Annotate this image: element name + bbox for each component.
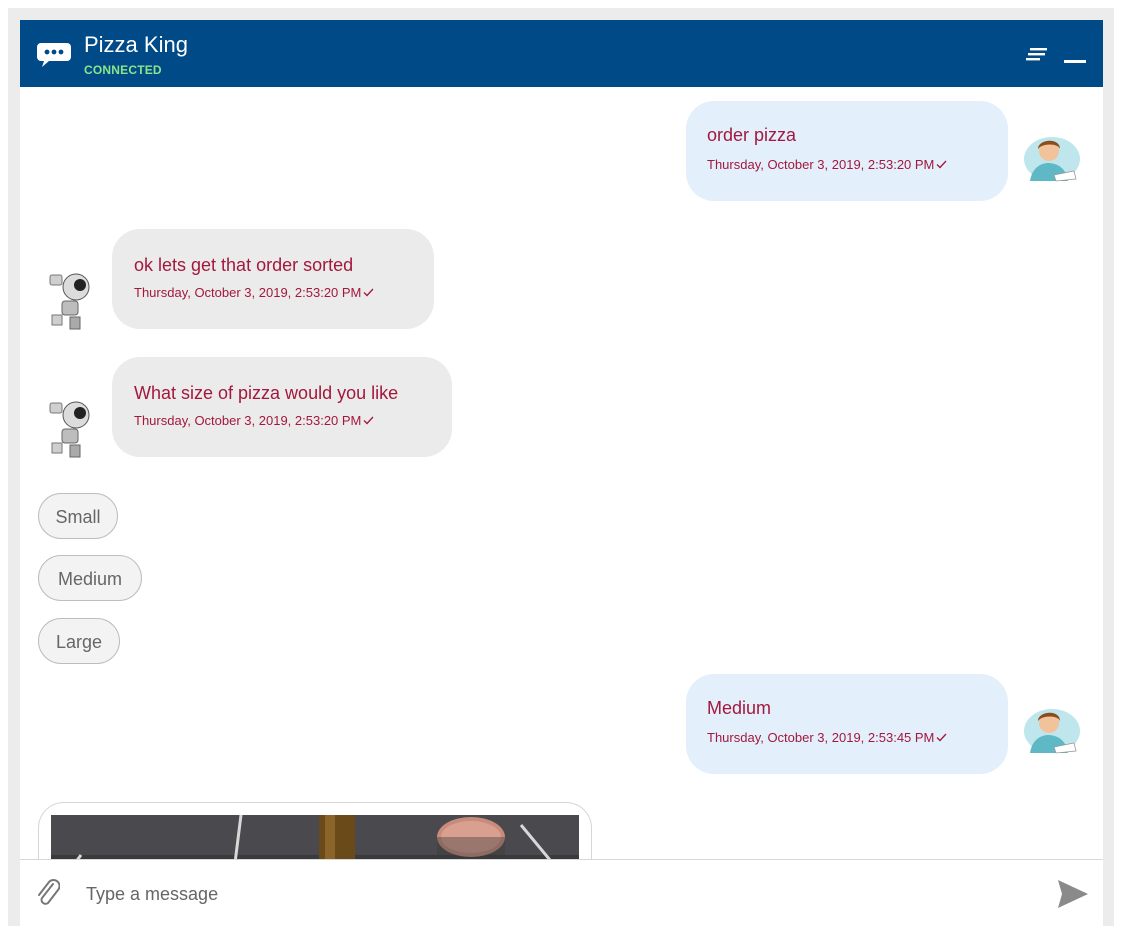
quick-reply-medium[interactable]: Medium <box>38 555 142 601</box>
chat-bubble-icon <box>37 43 71 67</box>
check-icon <box>363 288 374 297</box>
chat-title: Pizza King <box>84 32 188 57</box>
send-icon[interactable] <box>1056 878 1090 910</box>
user-message: order pizza Thursday, October 3, 2019, 2… <box>686 101 1008 201</box>
chat-header: Pizza King CONNECTED <box>20 20 1103 87</box>
message-list: order pizza Thursday, October 3, 2019, 2… <box>20 87 1103 859</box>
message-timestamp: Thursday, October 3, 2019, 2:53:45 PM <box>707 730 947 745</box>
message-input[interactable] <box>84 878 988 910</box>
menu-lines-icon[interactable] <box>1026 46 1048 62</box>
message-text: ok lets get that order sorted <box>134 255 354 275</box>
message-composer <box>20 859 1103 927</box>
check-icon <box>936 733 947 742</box>
user-avatar-icon <box>1024 709 1080 754</box>
pizza-photo-image <box>51 815 579 859</box>
check-icon <box>936 160 947 169</box>
image-card[interactable] <box>38 802 592 859</box>
message-text: What size of pizza would you like <box>134 383 399 403</box>
robot-avatar-icon <box>49 273 90 330</box>
message-text: Medium <box>707 698 772 718</box>
timestamp-text: Thursday, October 3, 2019, 2:53:20 PM <box>134 413 362 428</box>
check-icon <box>363 416 374 425</box>
user-avatar-icon <box>1024 137 1080 182</box>
connection-status: CONNECTED <box>84 63 162 77</box>
quick-reply-large[interactable]: Large <box>38 618 120 664</box>
timestamp-text: Thursday, October 3, 2019, 2:53:20 PM <box>707 157 935 172</box>
message-timestamp: Thursday, October 3, 2019, 2:53:20 PM <box>134 285 374 300</box>
user-message: Medium Thursday, October 3, 2019, 2:53:4… <box>686 674 1008 774</box>
message-timestamp: Thursday, October 3, 2019, 2:53:20 PM <box>707 157 947 172</box>
minimize-button[interactable] <box>1064 42 1086 64</box>
bot-message: What size of pizza would you like Thursd… <box>112 357 452 457</box>
robot-avatar-icon <box>49 401 90 458</box>
message-timestamp: Thursday, October 3, 2019, 2:53:20 PM <box>134 413 374 428</box>
timestamp-text: Thursday, October 3, 2019, 2:53:45 PM <box>707 730 935 745</box>
message-text: order pizza <box>707 125 797 145</box>
paperclip-icon[interactable] <box>36 878 60 908</box>
bot-message: ok lets get that order sorted Thursday, … <box>112 229 434 329</box>
timestamp-text: Thursday, October 3, 2019, 2:53:20 PM <box>134 285 362 300</box>
quick-reply-small[interactable]: Small <box>38 493 118 539</box>
chat-widget: Pizza King CONNECTED order pizza Thursda… <box>20 20 1103 927</box>
